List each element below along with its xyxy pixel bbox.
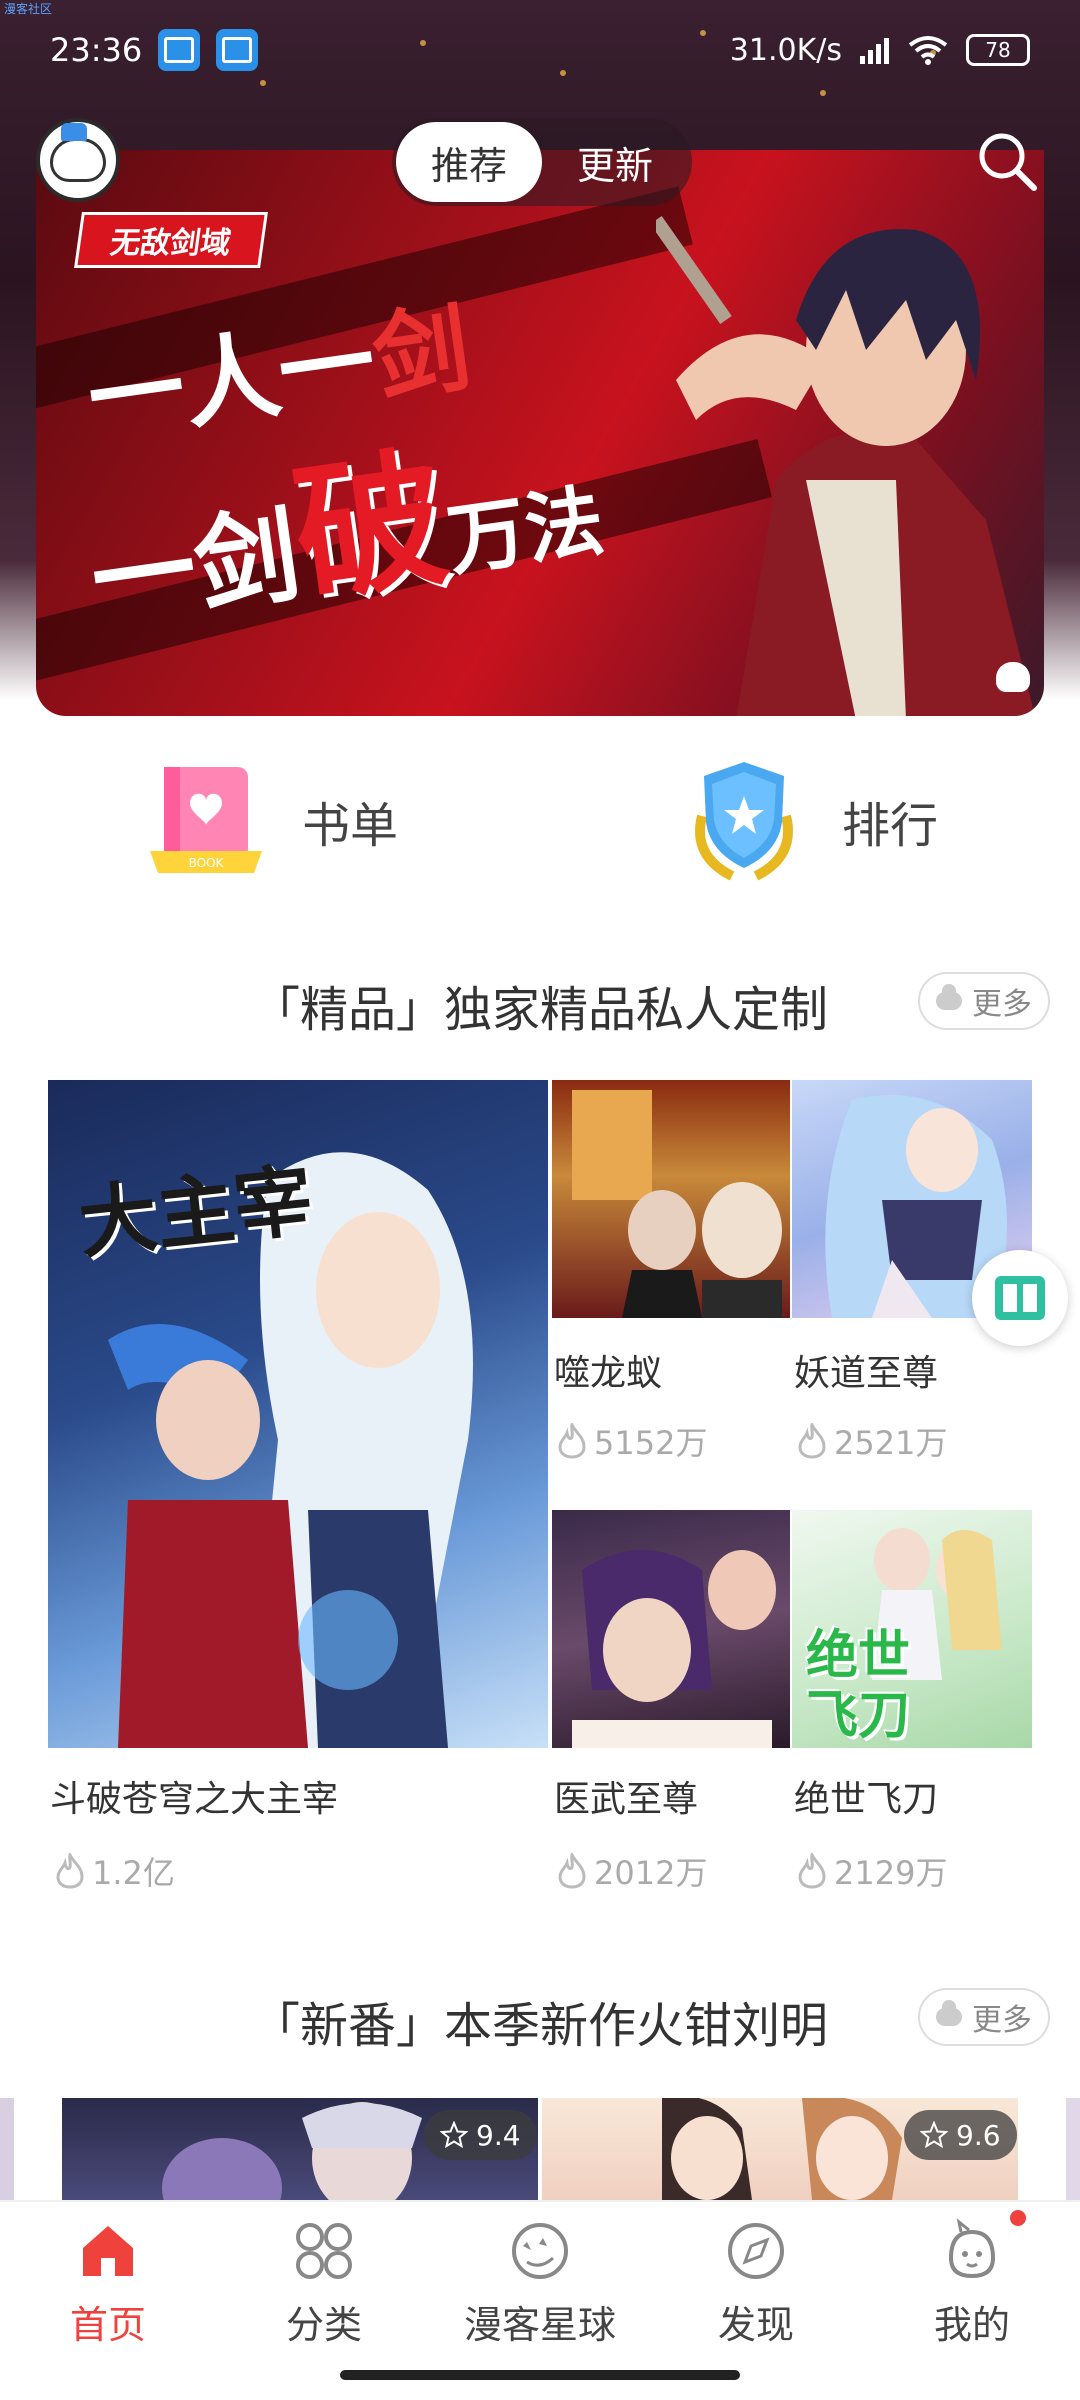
- section-new-header: 「新番」本季新作火钳刘明 更多: [0, 1978, 1080, 2058]
- battery-icon: 78: [966, 34, 1030, 66]
- compass-icon: [728, 2223, 784, 2279]
- more-label: 更多: [972, 987, 1032, 1022]
- comic-heat: 2012万: [556, 1848, 707, 1894]
- comic-title[interactable]: 斗破苍穹之大主宰: [50, 1770, 338, 1822]
- banner-character-art: [656, 215, 1035, 716]
- tab-category[interactable]: 分类: [224, 2218, 424, 2349]
- comic-title[interactable]: 妖道至尊: [794, 1344, 938, 1396]
- comic-cover-title: 绝世飞刀: [806, 1626, 911, 1746]
- planet-icon: [512, 2223, 568, 2279]
- shortcut-label: 书单: [302, 798, 399, 854]
- tab-label: 发现: [717, 2303, 794, 2347]
- tab-label: 我的: [933, 2303, 1010, 2347]
- banner-mascot-icon: [996, 662, 1030, 692]
- banner-tag: 无敌剑域: [74, 212, 268, 268]
- status-time: 23:36: [50, 31, 143, 69]
- comic-title[interactable]: 医武至尊: [554, 1770, 698, 1822]
- bookshelf-icon: [995, 1276, 1045, 1320]
- category-icon: [296, 2223, 352, 2279]
- comic-heat: 5152万: [556, 1418, 707, 1464]
- top-nav: 推荐 更新: [0, 112, 1080, 212]
- comic-cover-art: [572, 1550, 776, 1748]
- comic-heat: 1.2亿: [54, 1848, 175, 1894]
- tab-recommend[interactable]: 推荐: [396, 122, 542, 202]
- shortcut-booklist[interactable]: BOOK 书单: [146, 756, 398, 886]
- rating-badge: 9.6: [904, 2110, 1017, 2160]
- cloud-icon: [936, 2000, 962, 2026]
- comic-cover-large[interactable]: 大主宰: [48, 1080, 548, 1748]
- comic-cover[interactable]: 绝世飞刀: [792, 1510, 1032, 1748]
- tab-label: 分类: [285, 2303, 362, 2347]
- signal-icon: [860, 36, 890, 64]
- status-corner-text: 漫客社区: [4, 2, 53, 16]
- more-label: 更多: [972, 2003, 1032, 2038]
- svg-text:BOOK: BOOK: [189, 856, 225, 870]
- floating-bookshelf-button[interactable]: [972, 1250, 1068, 1346]
- comic-title[interactable]: 绝世飞刀: [794, 1770, 938, 1822]
- flame-icon: [56, 1853, 84, 1889]
- status-bar: 漫客社区 23:36 31.0K/s 78: [0, 0, 1080, 100]
- comic-heat: 2521万: [796, 1418, 947, 1464]
- app-notification-icon: [158, 29, 201, 71]
- tab-switch: 推荐 更新: [392, 118, 692, 206]
- star-icon: [440, 2121, 468, 2149]
- comic-title[interactable]: 噬龙蚁: [554, 1344, 662, 1396]
- tab-profile[interactable]: 我的: [872, 2218, 1072, 2349]
- notification-dot: [1010, 2210, 1026, 2226]
- tab-planet[interactable]: 漫客星球: [440, 2218, 640, 2349]
- tab-label: 漫客星球: [463, 2303, 616, 2347]
- wifi-icon: [908, 36, 948, 65]
- profile-icon: [948, 2218, 996, 2279]
- more-button[interactable]: 更多: [918, 972, 1050, 1030]
- network-speed: 31.0K/s: [729, 32, 842, 68]
- medal-icon: [695, 762, 793, 881]
- comic-cover-peek[interactable]: [0, 2098, 14, 2200]
- tab-discover[interactable]: 发现: [656, 2218, 856, 2349]
- flame-icon: [798, 1423, 826, 1459]
- home-indicator[interactable]: [340, 2370, 740, 2380]
- shortcut-label: 排行: [842, 798, 939, 854]
- search-icon[interactable]: [972, 126, 1042, 196]
- star-icon: [920, 2121, 948, 2149]
- user-avatar[interactable]: [36, 118, 120, 202]
- home-icon: [83, 2226, 133, 2276]
- flame-icon: [558, 1853, 586, 1889]
- flame-icon: [558, 1423, 586, 1459]
- comic-cover-art: [572, 1090, 782, 1318]
- tab-home[interactable]: 首页: [8, 2218, 208, 2349]
- shortcut-ranking[interactable]: 排行: [682, 756, 938, 886]
- section-premium-header: 「精品」独家精品私人定制 更多: [0, 962, 1080, 1042]
- comic-heat: 2129万: [796, 1848, 947, 1894]
- banner-carousel[interactable]: 无敌剑域 一人一剑 一剑破万法: [36, 150, 1044, 716]
- comic-cover[interactable]: [552, 1510, 790, 1748]
- rating-badge: 9.4: [424, 2110, 537, 2160]
- book-icon: BOOK: [150, 767, 262, 873]
- flame-icon: [798, 1853, 826, 1889]
- more-button[interactable]: 更多: [918, 1988, 1050, 2046]
- tab-update[interactable]: 更新: [542, 122, 688, 202]
- comic-cover[interactable]: [552, 1080, 790, 1318]
- cloud-icon: [936, 984, 962, 1010]
- app-notification-icon: [216, 29, 259, 71]
- comic-cover-peek[interactable]: [1066, 2098, 1080, 2200]
- tab-label: 首页: [69, 2303, 146, 2347]
